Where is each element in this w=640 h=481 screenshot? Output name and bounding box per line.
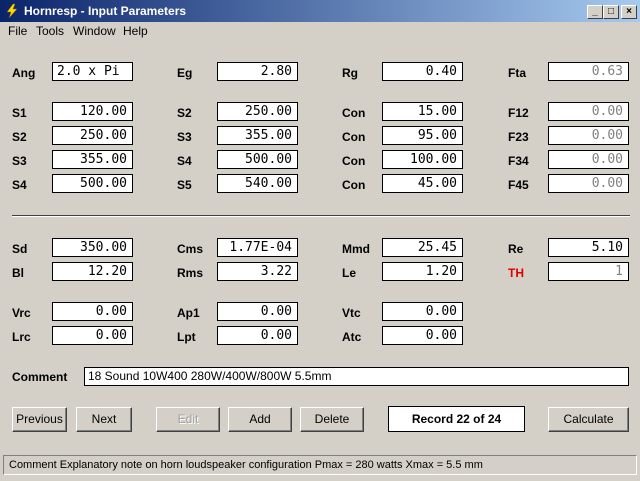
mmd-field[interactable]: 25.45 [382, 238, 463, 257]
menu-window[interactable]: Window [73, 24, 116, 38]
rms-field[interactable]: 3.22 [217, 262, 298, 281]
window-title: Hornresp - Input Parameters [24, 4, 187, 18]
re-field[interactable]: 5.10 [548, 238, 629, 257]
fta-field[interactable]: 0.63 [548, 62, 629, 81]
label-s2b: S2 [12, 130, 27, 144]
label-cms: Cms [177, 242, 204, 256]
label-con1: Con [342, 106, 366, 120]
f23-field[interactable]: 0.00 [548, 126, 629, 145]
vrc-field[interactable]: 0.00 [52, 302, 133, 321]
previous-button[interactable]: Previous [12, 407, 67, 432]
bl-field[interactable]: 12.20 [52, 262, 133, 281]
label-mmd: Mmd [342, 242, 370, 256]
s5-field[interactable]: 540.00 [217, 174, 298, 193]
close-button[interactable]: × [621, 5, 637, 19]
label-ap1: Ap1 [177, 306, 200, 320]
maximize-button[interactable]: □ [603, 5, 619, 19]
label-le: Le [342, 266, 357, 280]
con3-field[interactable]: 100.00 [382, 150, 463, 169]
s4-field[interactable]: 500.00 [217, 150, 298, 169]
con2-field[interactable]: 95.00 [382, 126, 463, 145]
label-s1: S1 [12, 106, 27, 120]
label-lrc: Lrc [12, 330, 31, 344]
menu-tools[interactable]: Tools [36, 24, 64, 38]
s2b-field[interactable]: 250.00 [52, 126, 133, 145]
label-f23: F23 [508, 130, 529, 144]
title-bar[interactable]: Hornresp - Input Parameters _ □ × [0, 0, 640, 22]
s1-field[interactable]: 120.00 [52, 102, 133, 121]
label-s4b: S4 [12, 178, 27, 192]
label-f12: F12 [508, 106, 529, 120]
label-s3b: S3 [12, 154, 27, 168]
menu-help[interactable]: Help [123, 24, 148, 38]
vtc-field[interactable]: 0.00 [382, 302, 463, 321]
add-button[interactable]: Add [228, 407, 292, 432]
rg-field[interactable]: 0.40 [382, 62, 463, 81]
lpt-field[interactable]: 0.00 [217, 326, 298, 345]
status-bar: Comment Explanatory note on horn loudspe… [3, 455, 637, 475]
con4-field[interactable]: 45.00 [382, 174, 463, 193]
next-button[interactable]: Next [76, 407, 132, 432]
s3-field[interactable]: 355.00 [217, 126, 298, 145]
label-f34: F34 [508, 154, 529, 168]
ap1-field[interactable]: 0.00 [217, 302, 298, 321]
lrc-field[interactable]: 0.00 [52, 326, 133, 345]
label-f45: F45 [508, 178, 529, 192]
label-bl: Bl [12, 266, 24, 280]
f45-field[interactable]: 0.00 [548, 174, 629, 193]
edit-button[interactable]: Edit [156, 407, 220, 432]
section-divider [12, 215, 630, 217]
lightning-icon [6, 3, 18, 19]
label-con2: Con [342, 130, 366, 144]
label-s3: S3 [177, 130, 192, 144]
atc-field[interactable]: 0.00 [382, 326, 463, 345]
label-rms: Rms [177, 266, 204, 280]
label-th[interactable]: TH [508, 266, 524, 280]
menu-file[interactable]: File [8, 24, 27, 38]
eg-field[interactable]: 2.80 [217, 62, 298, 81]
label-s4: S4 [177, 154, 192, 168]
s3b-field[interactable]: 355.00 [52, 150, 133, 169]
label-eg: Eg [177, 66, 193, 80]
sd-field[interactable]: 350.00 [52, 238, 133, 257]
label-vrc: Vrc [12, 306, 31, 320]
th-field[interactable]: 1 [548, 262, 629, 281]
calculate-button[interactable]: Calculate [548, 407, 629, 432]
comment-field[interactable]: 18 Sound 10W400 280W/400W/800W 5.5mm [84, 367, 629, 386]
label-con3: Con [342, 154, 366, 168]
delete-button[interactable]: Delete [300, 407, 364, 432]
f12-field[interactable]: 0.00 [548, 102, 629, 121]
menu-bar: File Tools Window Help [0, 22, 640, 41]
label-con4: Con [342, 178, 366, 192]
label-s2: S2 [177, 106, 192, 120]
label-comment: Comment [12, 370, 68, 384]
label-s5: S5 [177, 178, 192, 192]
label-sd: Sd [12, 242, 28, 256]
label-lpt: Lpt [177, 330, 196, 344]
s2-field[interactable]: 250.00 [217, 102, 298, 121]
minimize-button[interactable]: _ [587, 5, 603, 19]
label-atc: Atc [342, 330, 362, 344]
con1-field[interactable]: 15.00 [382, 102, 463, 121]
s4b-field[interactable]: 500.00 [52, 174, 133, 193]
label-re: Re [508, 242, 524, 256]
label-ang: Ang [12, 66, 36, 80]
f34-field[interactable]: 0.00 [548, 150, 629, 169]
ang-field[interactable]: 2.0 x Pi [52, 62, 133, 81]
record-indicator: Record 22 of 24 [388, 406, 525, 432]
le-field[interactable]: 1.20 [382, 262, 463, 281]
cms-field[interactable]: 1.77E-04 [217, 238, 298, 257]
label-vtc: Vtc [342, 306, 361, 320]
label-rg: Rg [342, 66, 358, 80]
label-fta: Fta [508, 66, 526, 80]
